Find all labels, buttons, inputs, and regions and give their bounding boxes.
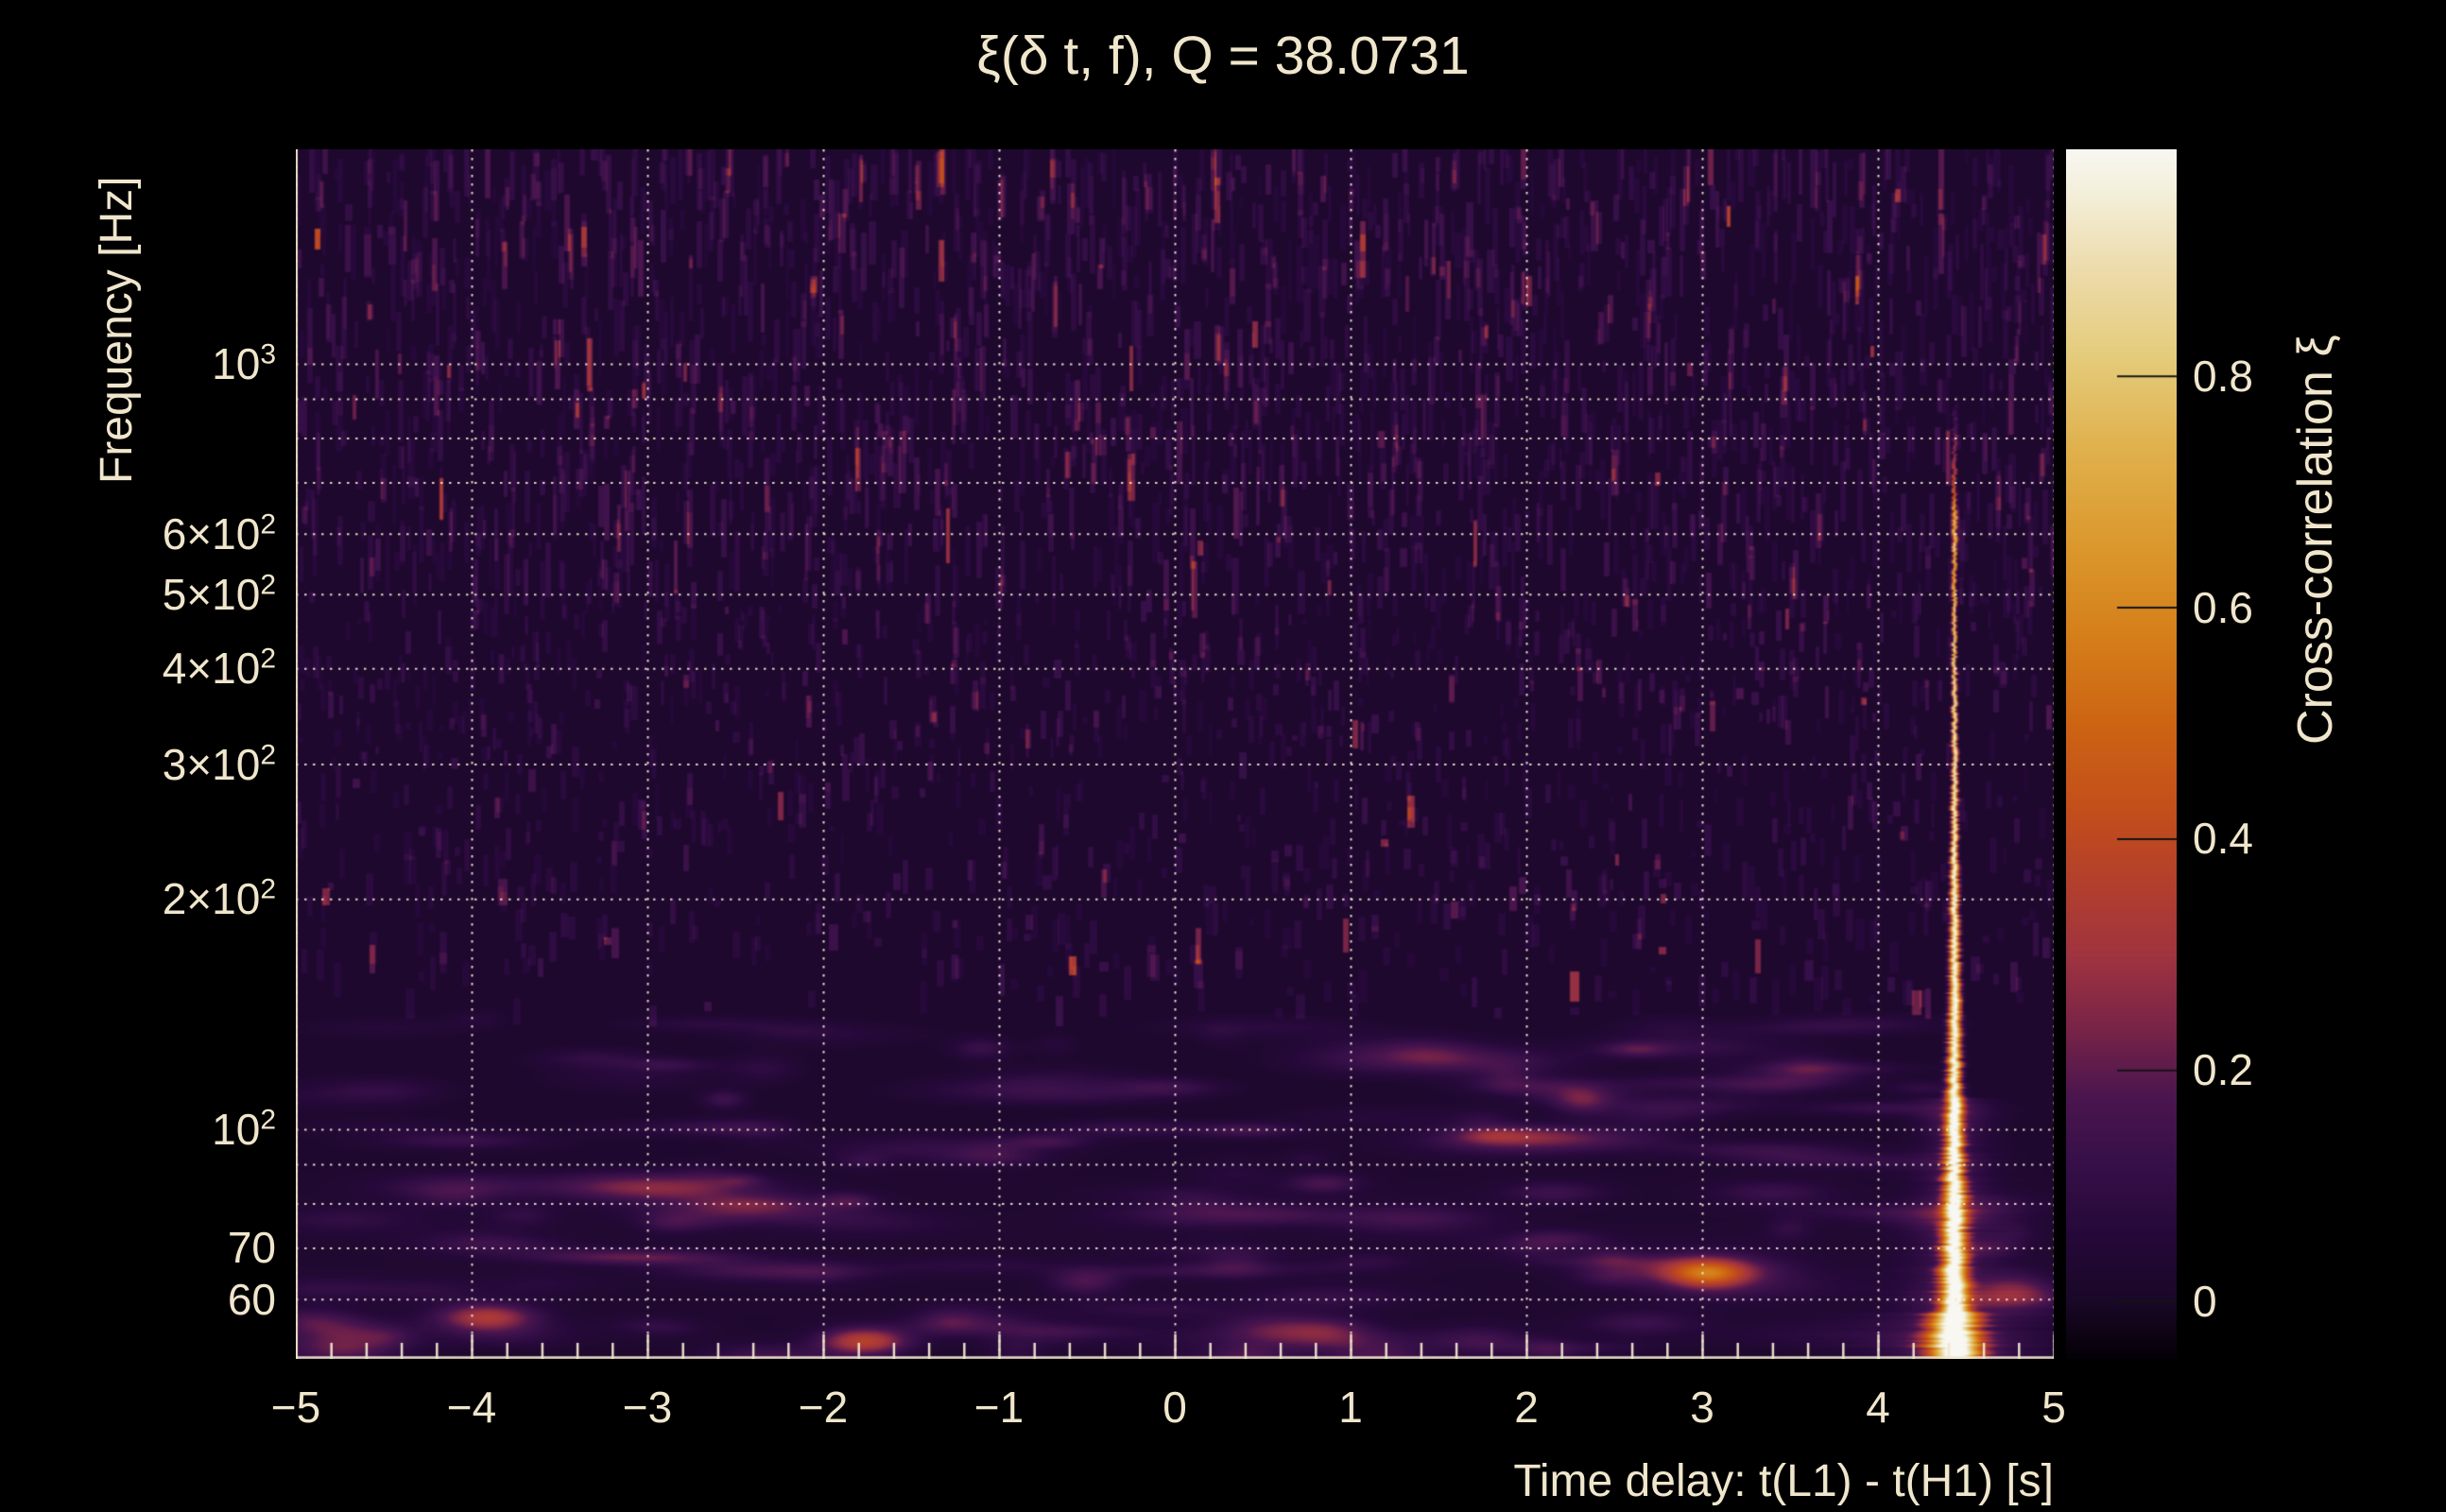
y-tick-label: 4×102 bbox=[163, 643, 276, 694]
colorbar-tick-label: 0.4 bbox=[2193, 813, 2253, 864]
y-tick-label: 5×102 bbox=[163, 569, 276, 620]
colorbar-tick-label: 0.6 bbox=[2193, 582, 2253, 633]
x-tick-label: 0 bbox=[1163, 1382, 1187, 1433]
qscan-figure: ξ(δ t, f), Q = 38.0731 Frequency [Hz] Ti… bbox=[0, 0, 2446, 1512]
y-tick-label: 70 bbox=[228, 1222, 276, 1273]
y-tick-label: 3×102 bbox=[163, 739, 276, 790]
x-tick-label: 5 bbox=[2041, 1382, 2066, 1433]
y-axis-label: Frequency [Hz] bbox=[91, 177, 143, 484]
y-tick-label: 6×102 bbox=[163, 508, 276, 559]
y-tick-label: 2×102 bbox=[163, 873, 276, 924]
x-axis-label: Time delay: t(L1) - t(H1) [s] bbox=[1513, 1455, 2054, 1507]
colorbar-label: Cross-correlation ξ bbox=[2287, 335, 2344, 745]
chart-title: ξ(δ t, f), Q = 38.0731 bbox=[976, 25, 1469, 87]
y-tick-label: 60 bbox=[228, 1274, 276, 1325]
y-tick-label: 102 bbox=[212, 1104, 276, 1155]
x-tick-label: −5 bbox=[271, 1382, 320, 1433]
x-tick-label: 2 bbox=[1514, 1382, 1539, 1433]
colorbar-canvas bbox=[2066, 149, 2177, 1359]
x-tick-label: 3 bbox=[1690, 1382, 1714, 1433]
y-tick-label: 103 bbox=[212, 338, 276, 389]
x-tick-label: −4 bbox=[447, 1382, 496, 1433]
x-tick-label: −3 bbox=[623, 1382, 672, 1433]
x-tick-label: −2 bbox=[799, 1382, 848, 1433]
x-tick-label: 1 bbox=[1338, 1382, 1363, 1433]
x-tick-label: 4 bbox=[1866, 1382, 1890, 1433]
colorbar-tick-label: 0.2 bbox=[2193, 1044, 2253, 1095]
colorbar-tick-label: 0 bbox=[2193, 1276, 2217, 1327]
spectrogram-canvas bbox=[296, 149, 2054, 1359]
x-tick-label: −1 bbox=[974, 1382, 1024, 1433]
colorbar-tick-label: 0.8 bbox=[2193, 351, 2253, 402]
